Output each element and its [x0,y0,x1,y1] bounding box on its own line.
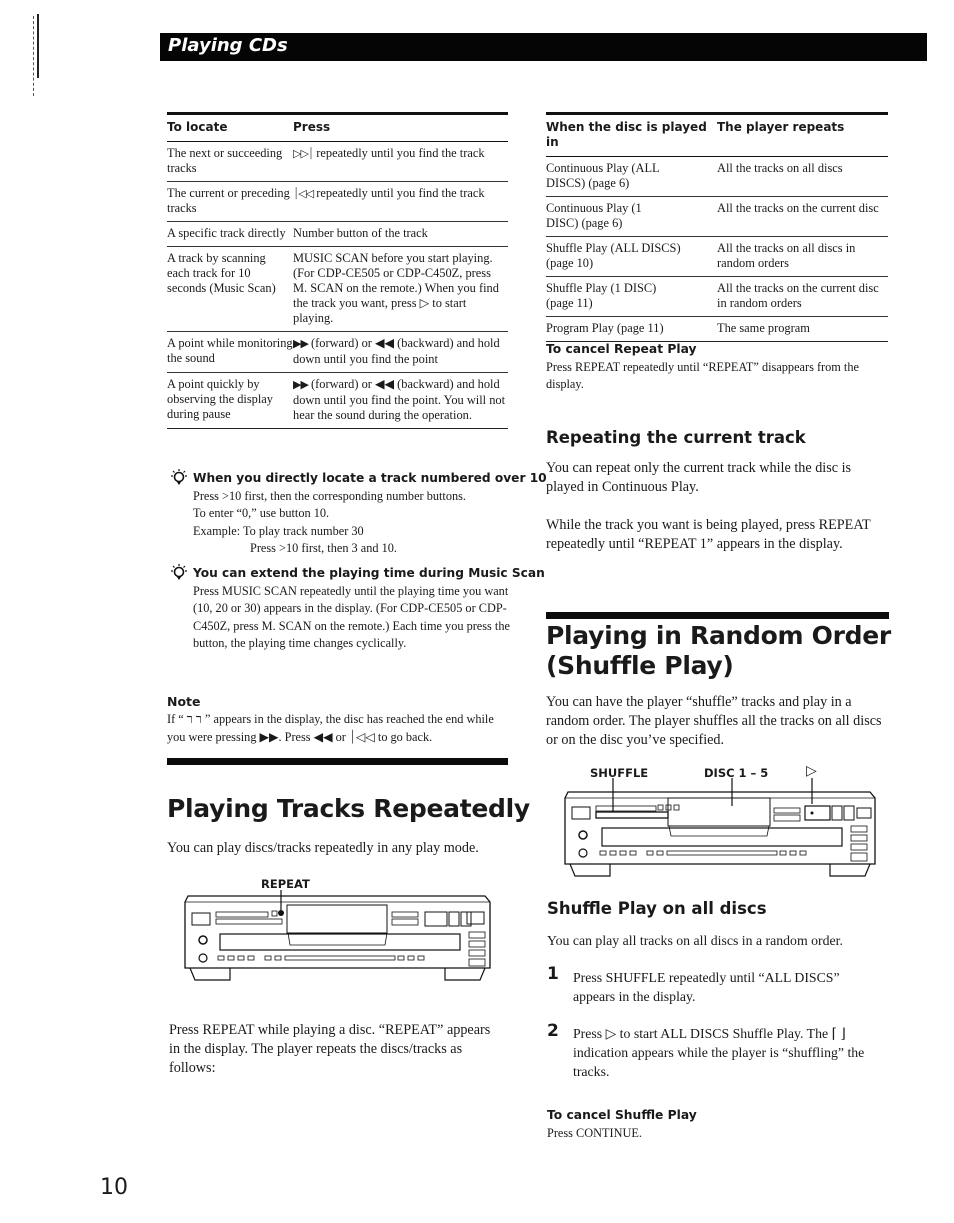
subsection-title: Shuffle Play on all discs [547,899,767,918]
locate-table: To locate Press The next or succeeding t… [167,112,508,429]
cancel-repeat-title: To cancel Repeat Play [546,342,697,356]
step-number: 2 [547,1021,559,1041]
mode-cell: Program Play (page 11) [546,316,717,342]
mode-cell: Continuous Play (ALL DISCS) (page 6) [546,156,717,197]
repeat-instructions: Press REPEAT while playing a disc. “REPE… [169,1022,491,1076]
table-row: A point quickly by observing the display… [167,372,508,429]
press-cell: ▶▶ (forward) or ◀◀ (backward) and hold d… [293,372,508,429]
mode-cell: Continuous Play (1 DISC) (page 6) [546,196,717,237]
table-row: Program Play (page 11) The same program [546,316,888,342]
press-cell: Number button of the track [293,221,508,247]
press-cell: ▷▷⏐ repeatedly until you find the track [293,141,508,182]
cd-player-diagram [564,778,876,877]
binder-dots [33,16,34,96]
tip-title: When you directly locate a track numbere… [193,471,547,485]
tip-body: Press >10 first, then the corresponding … [193,489,466,555]
step-text: Press ▷ to start ALL DISCS Shuffle Play.… [573,1026,865,1079]
locate-cell: The current or preceding tracks [167,181,293,222]
next-track-icon: ▷▷⏐ [293,148,314,160]
section-title: Playing Tracks Repeatedly [167,794,530,823]
repeats-cell: All the tracks on all discs in random or… [717,236,888,277]
locate-table-header: To locate Press [167,112,508,142]
repeats-cell: The same program [717,316,888,342]
cancel-repeat-text: Press REPEAT repeatedly until “REPEAT” d… [546,360,859,391]
play-icon: ▷ [806,763,817,779]
press-cell: ▶▶ (forward) or ◀◀ (backward) and hold d… [293,331,508,373]
table-row: A point while monitoring the sound ▶▶ (f… [167,331,508,373]
col-header-press: Press [293,112,508,142]
tip-body: Press MUSIC SCAN repeatedly until the pl… [193,584,510,650]
press-cell: MUSIC SCAN before you start playing. (Fo… [293,246,508,332]
subsection-title: Repeating the current track [546,428,806,447]
table-row: Shuffle Play (ALL DISCS) (page 10) All t… [546,236,888,277]
repeat-label: REPEAT [261,877,310,891]
binder-mark [37,14,39,78]
repeat-table: When the disc is played in The player re… [546,112,888,342]
header-title: Playing CDs [168,35,288,56]
cd-player-diagram [184,890,491,981]
note-body: If “ ר ר ” appears in the display, the d… [167,712,494,744]
step-number: 1 [547,964,559,984]
col-header-mode: When the disc is played in [546,112,717,157]
table-row: Shuffle Play (1 DISC) (page 11) All the … [546,276,888,317]
repeats-cell: All the tracks on the current disc in ra… [717,276,888,317]
note-title: Note [167,694,201,709]
cancel-shuffle-text: Press CONTINUE. [547,1126,642,1140]
fast-forward-icon: ▶▶ [293,338,309,350]
table-row: Continuous Play (1 DISC) (page 6) All th… [546,196,888,237]
locate-cell: A point while monitoring the sound [167,331,293,373]
cancel-shuffle-title: To cancel Shuffle Play [547,1108,697,1122]
locate-cell: A track by scanning each track for 10 se… [167,246,293,332]
lightbulb-hint-icon [171,564,187,580]
mode-cell: Shuffle Play (ALL DISCS) (page 10) [546,236,717,277]
col-header-locate: To locate [167,112,293,142]
table-row: Continuous Play (ALL DISCS) (page 6) All… [546,156,888,197]
section-rule [546,612,889,619]
section-rule [167,758,508,765]
locate-cell: A specific track directly [167,221,293,247]
press-cell: ⏐◁◁ repeatedly until you find the track [293,181,508,222]
page-number: 10 [100,1175,128,1200]
table-row: The next or succeeding tracks ▷▷⏐ repeat… [167,141,508,182]
shuffle-all-intro: You can play all tracks on all discs in … [547,933,843,948]
tip-title: You can extend the playing time during M… [193,566,545,580]
prev-track-icon: ⏐◁◁ [293,188,314,200]
shuffle-intro: You can have the player “shuffle” tracks… [546,694,882,748]
repeats-cell: All the tracks on all discs [717,156,888,197]
table-row: The current or preceding tracks ⏐◁◁ repe… [167,181,508,222]
repeat-table-header: When the disc is played in The player re… [546,112,888,157]
locate-cell: The next or succeeding tracks [167,141,293,182]
lightbulb-hint-icon [171,469,187,485]
section-intro: You can play discs/tracks repeatedly in … [167,840,479,856]
repeats-cell: All the tracks on the current disc [717,196,888,237]
repeat-current-para1: You can repeat only the current track wh… [546,460,852,495]
mode-cell: Shuffle Play (1 DISC) (page 11) [546,276,717,317]
table-row: A specific track directly Number button … [167,221,508,247]
step-text: Press SHUFFLE repeatedly until “ALL DISC… [573,970,840,1004]
repeat-current-para2: While the track you want is being played… [546,517,871,552]
table-row: A track by scanning each track for 10 se… [167,246,508,332]
locate-cell: A point quickly by observing the display… [167,372,293,429]
fast-forward-icon: ▶▶ [293,379,309,391]
section-title: Playing in Random Order (Shuffle Play) [546,621,891,680]
col-header-repeats: The player repeats [717,112,888,157]
